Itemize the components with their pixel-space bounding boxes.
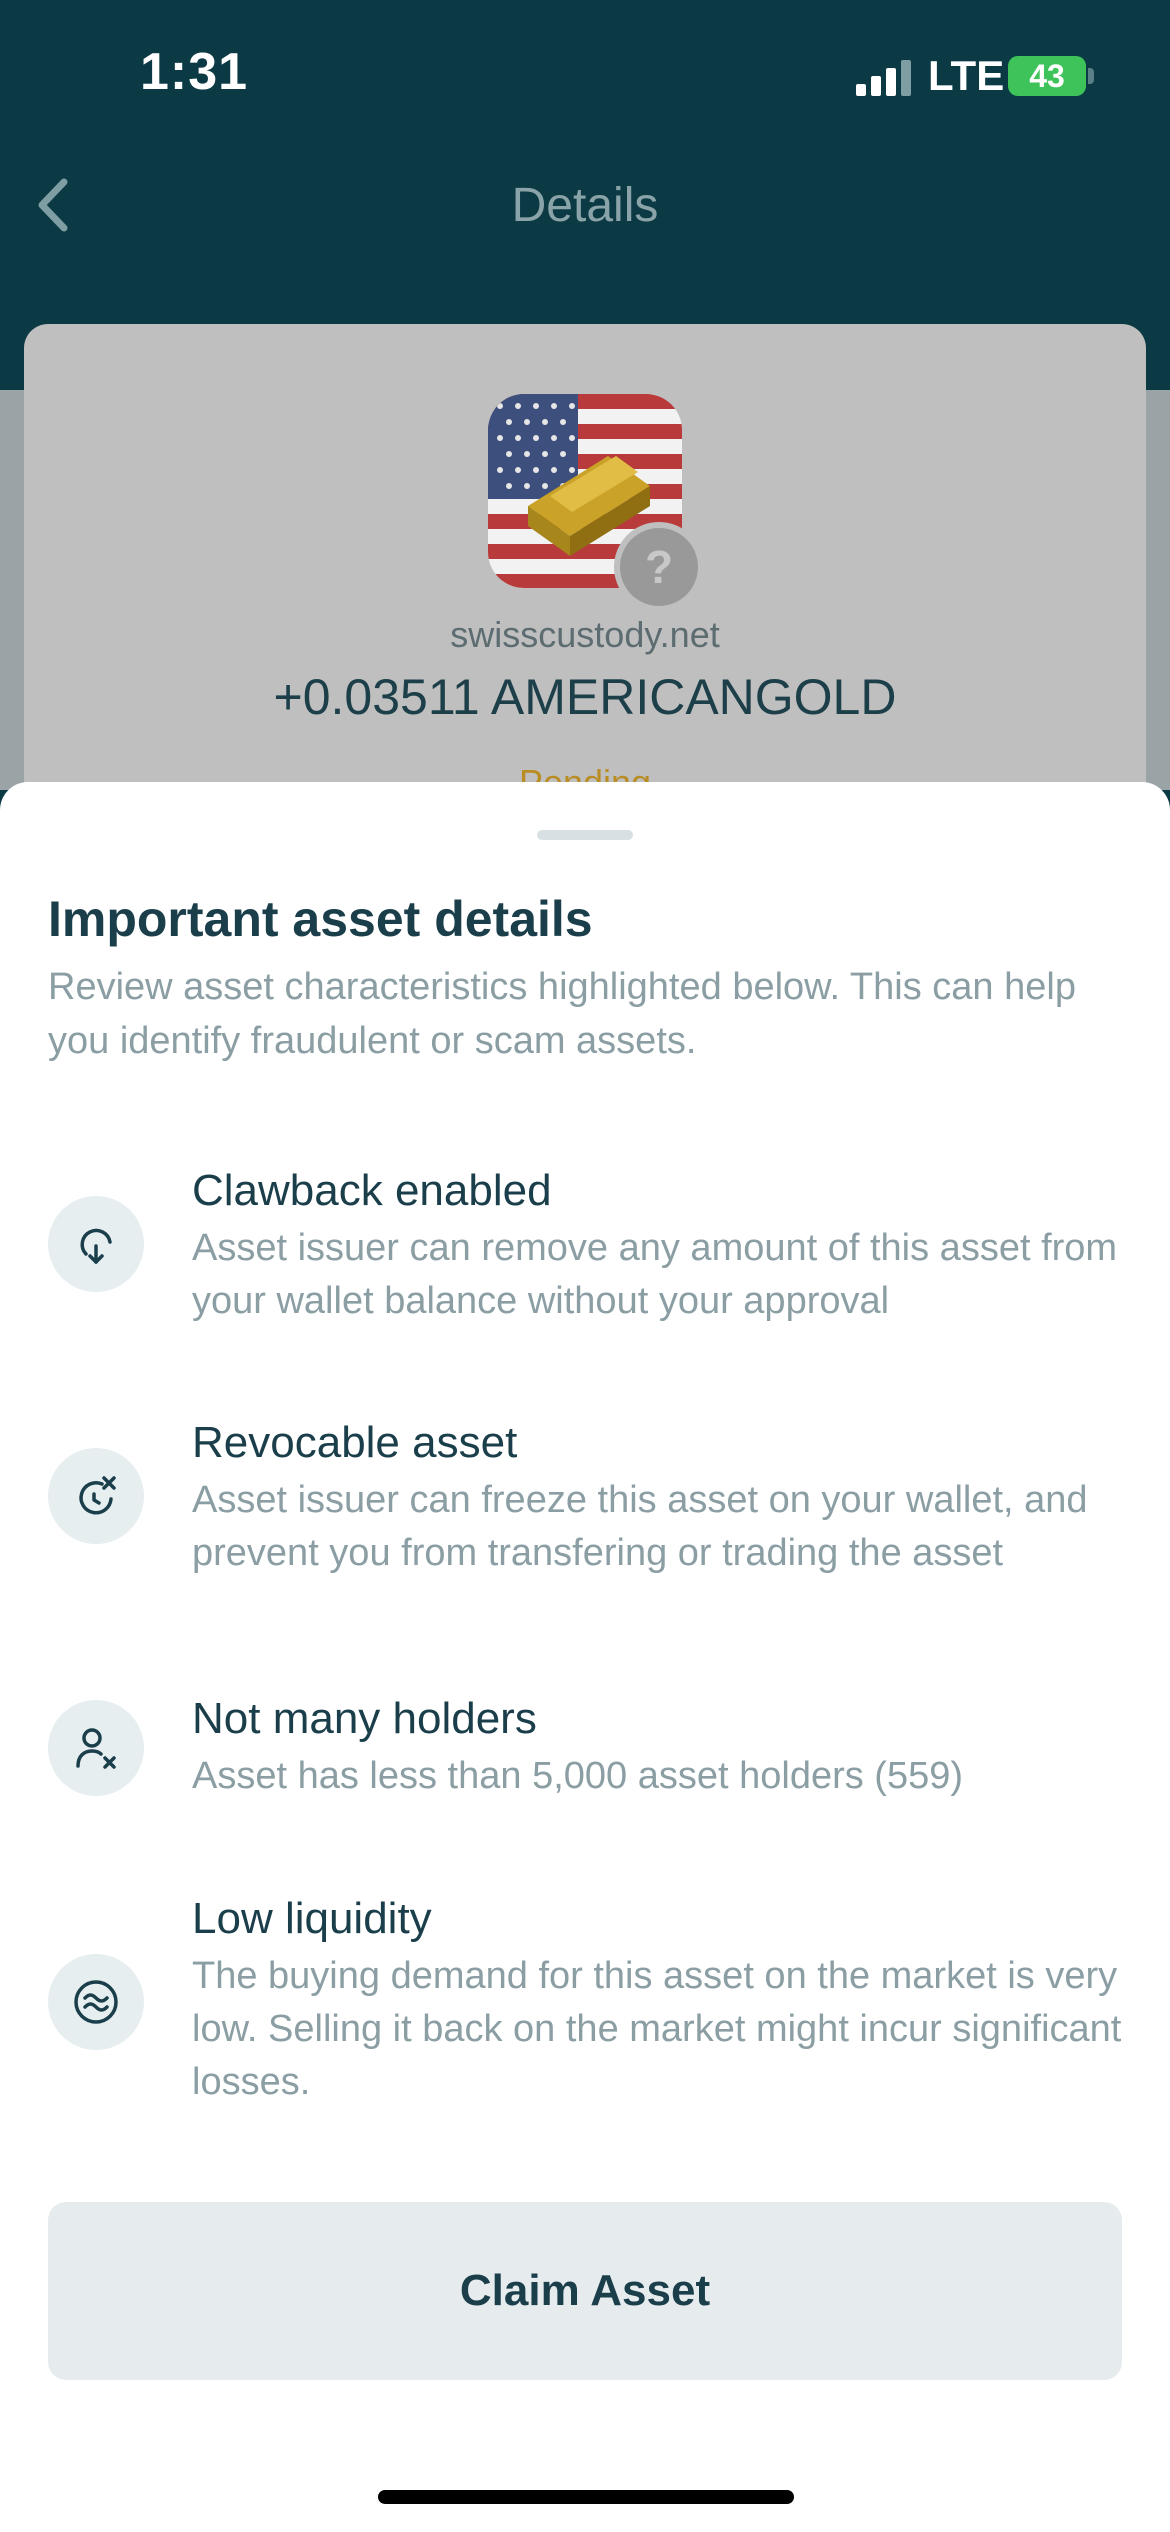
battery-icon: 43 xyxy=(1008,56,1086,96)
user-x-icon xyxy=(48,1700,144,1796)
item-desc-revocable: Asset issuer can freeze this asset on yo… xyxy=(192,1479,1088,1574)
page-title: Details xyxy=(511,179,659,232)
help-badge-icon[interactable]: ? xyxy=(614,522,704,612)
sheet-subtitle: Review asset characteristics highlighted… xyxy=(48,966,1076,1062)
revocable-icon xyxy=(48,1448,144,1544)
drag-handle[interactable] xyxy=(537,830,633,840)
item-desc-clawback: Asset issuer can remove any amount of th… xyxy=(192,1227,1118,1322)
asset-amount: +0.03511 AMERICANGOLD xyxy=(273,669,897,725)
item-title-revocable: Revocable asset xyxy=(192,1418,518,1467)
sheet-title: Important asset details xyxy=(48,891,593,947)
battery-cap xyxy=(1088,68,1094,84)
claim-asset-label: Claim Asset xyxy=(459,2266,711,2315)
battery-level: 43 xyxy=(1029,58,1065,94)
network-label: LTE xyxy=(928,52,1005,99)
item-title-liquidity: Low liquidity xyxy=(192,1894,432,1943)
liquidity-icon xyxy=(48,1954,144,2050)
status-time: 1:31 xyxy=(140,43,249,101)
asset-domain: swisscustody.net xyxy=(450,614,720,655)
clawback-icon xyxy=(48,1196,144,1292)
claim-asset-button[interactable]: Claim Asset xyxy=(48,2202,1122,2380)
item-desc-holders: Asset has less than 5,000 asset holders … xyxy=(192,1755,964,1797)
status-bar: 1:31 LTE 43 xyxy=(0,0,1170,150)
home-indicator[interactable] xyxy=(378,2490,794,2504)
item-desc-liquidity: The buying demand for this asset on the … xyxy=(192,1955,1122,2103)
item-title-holders: Not many holders xyxy=(192,1694,537,1743)
signal-icon xyxy=(856,60,912,96)
item-title-clawback: Clawback enabled xyxy=(192,1166,552,1215)
